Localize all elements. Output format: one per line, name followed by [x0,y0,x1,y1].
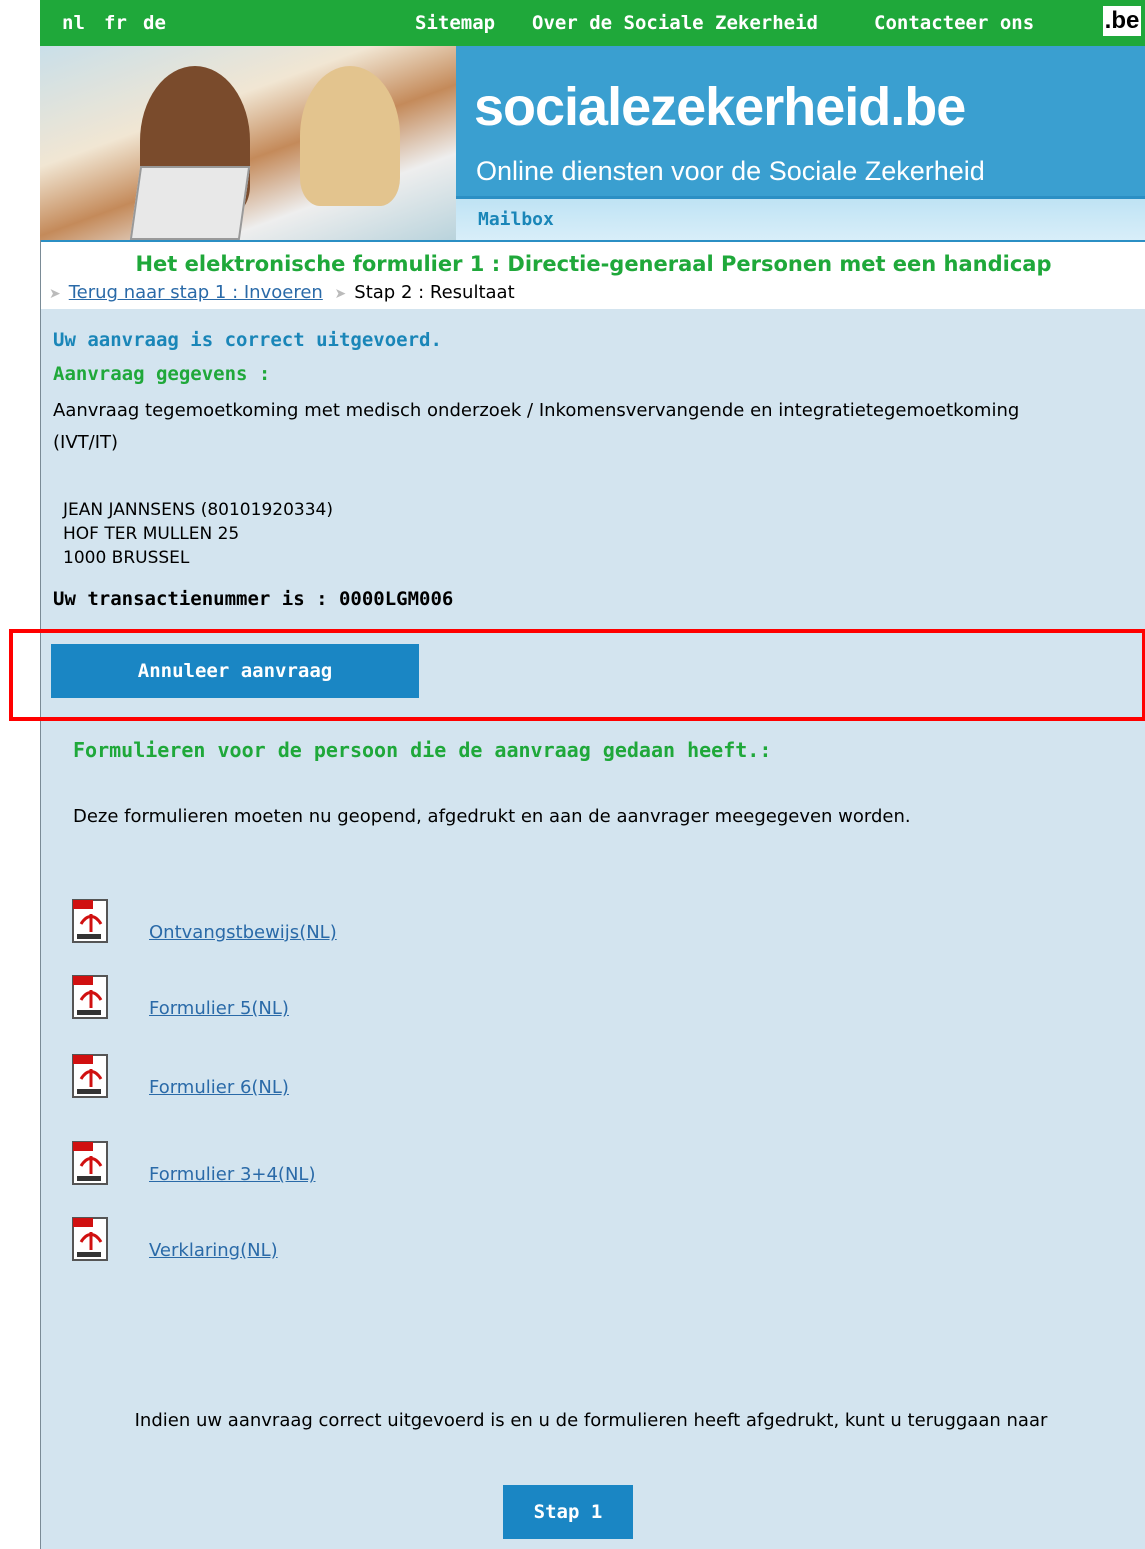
section-bar: Mailbox [456,196,1145,240]
pdf-document-item: Verklaring(NL) [71,1216,671,1268]
document-link-formulier-6[interactable]: Formulier 6(NL) [149,1077,289,1098]
document-link-formulier-5[interactable]: Formulier 5(NL) [149,998,289,1019]
document-link-formulier-3-4[interactable]: Formulier 3+4(NL) [149,1164,315,1185]
lang-de-link[interactable]: de [143,12,166,34]
site-banner: socialezekerheid.be Online diensten voor… [40,46,1145,240]
contact-link[interactable]: Contacteer ons [874,12,1034,34]
page: nl fr de Sitemap Over de Sociale Zekerhe… [0,0,1145,1549]
address-line: HOF TER MULLEN 25 [63,524,240,544]
breadcrumb-back-link[interactable]: Terug naar stap 1 : Invoeren [69,282,323,303]
transaction-number: Uw transactienummer is : 0000LGM006 [53,588,453,610]
transaction-value: 0000LGM006 [338,588,454,610]
about-social-security-link[interactable]: Over de Sociale Zekerheid [532,12,818,34]
request-details-heading: Aanvraag gegevens : [53,363,271,385]
back-to-step-1-button[interactable]: Stap 1 [503,1485,633,1539]
address-line: 1000 BRUSSEL [63,548,190,568]
banner-photo-image [40,46,456,240]
breadcrumb-current-step: Stap 2 : Resultaat [354,282,515,303]
main-content: Het elektronische formulier 1 : Directie… [9,240,1145,1549]
cancel-request-button[interactable]: Annuleer aanvraag [51,644,419,698]
form-header: Het elektronische formulier 1 : Directie… [41,240,1145,309]
request-details-text: Aanvraag tegemoetkoming met medisch onde… [53,400,1020,453]
belgium-be-logo[interactable]: .be [1103,6,1141,36]
breadcrumb: ➤ Terug naar stap 1 : Invoeren ➤ Stap 2 : … [49,282,515,303]
lang-nl-link[interactable]: nl [62,12,85,34]
lang-fr-link[interactable]: fr [104,12,127,34]
address-line: JEAN JANNSENS (80101920334) [63,500,333,520]
forms-heading: Formulieren voor de persoon die de aanvr… [73,738,772,762]
be-logo-text: .be [1104,7,1140,34]
sitemap-link[interactable]: Sitemap [415,12,495,34]
document-link-ontvangstbewijs[interactable]: Ontvangstbewijs(NL) [149,922,337,943]
breadcrumb-arrow-icon: ➤ [334,286,347,302]
return-instructions: Indien uw aanvraag correct uitgevoerd is… [134,1410,1048,1431]
pdf-document-item: Formulier 6(NL) [71,1053,671,1105]
pdf-file-icon[interactable] [71,1140,113,1188]
site-subtitle: Online diensten voor de Sociale Zekerhei… [476,156,985,186]
pdf-file-icon[interactable] [71,898,113,946]
breadcrumb-arrow-icon: ➤ [49,286,61,302]
document-link-verklaring[interactable]: Verklaring(NL) [149,1240,278,1261]
pdf-file-icon[interactable] [71,1053,113,1101]
section-mailbox-label[interactable]: Mailbox [478,209,554,230]
pdf-file-icon[interactable] [71,974,113,1022]
success-message: Uw aanvraag is correct uitgevoerd. [53,329,442,351]
photo-person-headset-icon [300,66,400,206]
top-nav-bar: nl fr de Sitemap Over de Sociale Zekerhe… [40,0,1145,46]
transaction-label: Uw transactienummer is : [53,588,339,610]
applicant-address: JEAN JANNSENS (80101920334) HOF TER MULL… [63,498,333,570]
pdf-file-icon[interactable] [71,1216,113,1264]
site-title[interactable]: socialezekerheid.be [474,76,966,138]
form-title: Het elektronische formulier 1 : Directie… [135,252,1052,276]
pdf-document-item: Formulier 3+4(NL) [71,1140,671,1192]
pdf-document-item: Formulier 5(NL) [71,974,671,1026]
pdf-document-item: Ontvangstbewijs(NL) [71,898,671,950]
photo-laptop-icon [129,166,251,240]
forms-instructions: Deze formulieren moeten nu geopend, afge… [73,806,911,827]
